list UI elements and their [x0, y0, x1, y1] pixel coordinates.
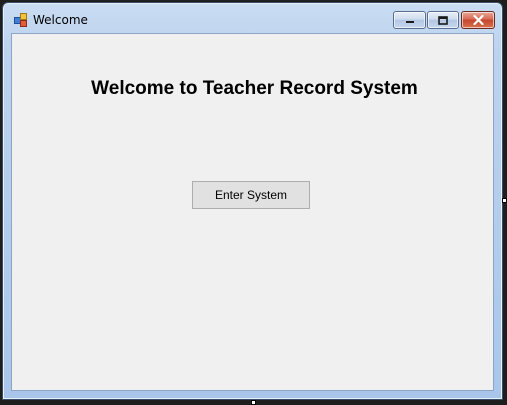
maximize-icon	[438, 15, 448, 25]
minimize-icon	[405, 16, 415, 24]
window-title: Welcome	[33, 13, 88, 27]
minimize-button[interactable]	[393, 11, 426, 29]
close-button[interactable]	[461, 11, 495, 29]
maximize-button[interactable]	[427, 11, 459, 29]
resize-handle-right[interactable]	[502, 198, 507, 203]
welcome-window: Welcome Welcome to Teacher Record System…	[2, 2, 503, 400]
resize-handle-bottom[interactable]	[251, 400, 256, 405]
close-icon	[472, 15, 484, 25]
title-bar[interactable]: Welcome	[3, 3, 502, 33]
form-client-area: Welcome to Teacher Record System Enter S…	[11, 33, 494, 391]
welcome-heading: Welcome to Teacher Record System	[91, 78, 418, 99]
enter-system-button[interactable]: Enter System	[192, 181, 310, 209]
form-icon	[14, 13, 28, 27]
